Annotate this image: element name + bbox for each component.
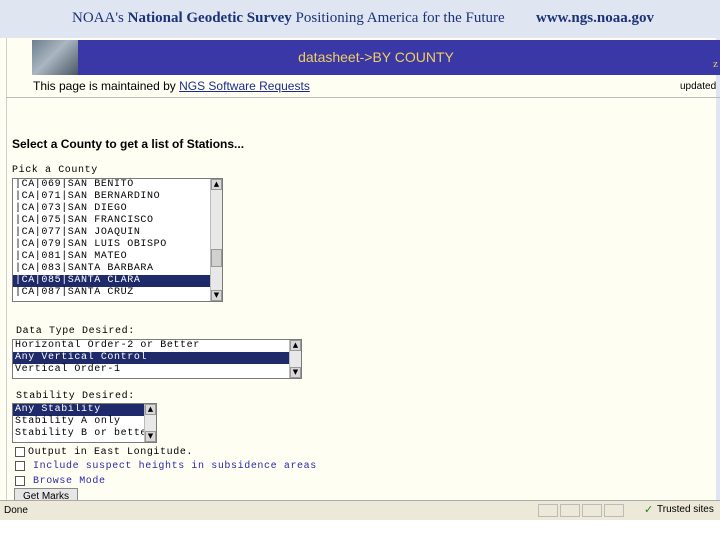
- status-cell: [538, 504, 558, 517]
- browse-mode-label: Browse Mode: [33, 476, 106, 487]
- status-cell: [560, 504, 580, 517]
- site-url[interactable]: www.ngs.noaa.gov: [536, 10, 654, 27]
- scroll-up-icon[interactable]: ▲: [145, 404, 156, 415]
- stability-listbox[interactable]: Any Stability Stability A only Stability B…: [12, 403, 157, 443]
- left-divider: [6, 38, 7, 500]
- stability-label: Stability Desired:: [16, 391, 135, 402]
- data-type-option[interactable]: Vertical Order-1: [13, 364, 301, 376]
- data-type-listbox[interactable]: Horizontal Order-2 or Better Any Vertical…: [12, 339, 302, 379]
- site-brand: NOAA's National Geodetic Survey Position…: [72, 10, 505, 27]
- brand-name[interactable]: National Geodetic Survey: [128, 10, 292, 26]
- banner-corner-glyph: z: [713, 58, 718, 70]
- status-cell: [604, 504, 624, 517]
- page-banner: datasheet->BY COUNTY z: [32, 40, 720, 75]
- stability-option[interactable]: Any Stability: [13, 404, 156, 416]
- data-type-option[interactable]: Any Vertical Control: [13, 352, 301, 364]
- bottom-margin: [0, 520, 720, 540]
- suspect-heights-label: Include suspect heights in subsidence ar…: [33, 461, 317, 472]
- county-option[interactable]: |CA|069|SAN BENITO: [13, 179, 222, 191]
- east-longitude-label: Output in East Longitude.: [28, 447, 194, 458]
- county-option[interactable]: |CA|073|SAN DIEGO: [13, 203, 222, 215]
- status-cell: [582, 504, 602, 517]
- updated-text: updated: [680, 81, 717, 92]
- trusted-check-icon: ✓: [644, 503, 654, 516]
- data-type-option[interactable]: Horizontal Order-2 or Better: [13, 340, 301, 352]
- county-option[interactable]: |CA|085|SANTA CLARA: [13, 275, 222, 287]
- status-bar: Done ✓ Trusted sites: [0, 500, 720, 520]
- software-requests-link[interactable]: NGS Software Requests: [179, 79, 310, 93]
- brand-prefix: NOAA's: [72, 10, 128, 26]
- county-label: Pick a County: [12, 165, 98, 176]
- section-heading: Select a County to get a list of Station…: [12, 137, 245, 151]
- maintenance-prefix: This page is maintained by: [33, 79, 180, 93]
- scroll-thumb[interactable]: [211, 249, 222, 267]
- brand-tagline: Positioning America for the Future: [291, 10, 505, 26]
- status-text: Done: [4, 505, 28, 516]
- stability-option[interactable]: Stability B or better: [13, 428, 156, 440]
- east-longitude-checkbox[interactable]: [15, 447, 25, 457]
- page-title: datasheet->BY COUNTY: [298, 49, 454, 65]
- county-option[interactable]: |CA|081|SAN MATEO: [13, 251, 222, 263]
- security-zone: Trusted sites: [657, 504, 714, 515]
- county-option[interactable]: |CA|087|SANTA CRUZ: [13, 287, 222, 299]
- right-edge: [716, 38, 720, 500]
- county-listbox[interactable]: |CA|069|SAN BENITO |CA|071|SAN BERNARDINO…: [12, 178, 223, 302]
- maintenance-note: This page is maintained by NGS Software …: [33, 79, 310, 93]
- county-option[interactable]: |CA|071|SAN BERNARDINO: [13, 191, 222, 203]
- browse-mode-checkbox[interactable]: [15, 476, 25, 486]
- divider: [6, 97, 720, 98]
- stability-option[interactable]: Stability A only: [13, 416, 156, 428]
- county-scrollbar[interactable]: ▲ ▼: [210, 179, 222, 301]
- scroll-down-icon[interactable]: ▼: [211, 290, 222, 301]
- county-option[interactable]: |CA|077|SAN JOAQUIN: [13, 227, 222, 239]
- scroll-up-icon[interactable]: ▲: [211, 179, 222, 190]
- suspect-heights-checkbox[interactable]: [15, 461, 25, 471]
- scroll-down-icon[interactable]: ▼: [145, 431, 156, 442]
- scroll-down-icon[interactable]: ▼: [290, 367, 301, 378]
- stability-scrollbar[interactable]: ▲ ▼: [144, 404, 156, 442]
- county-option[interactable]: |CA|079|SAN LUIS OBISPO: [13, 239, 222, 251]
- scroll-up-icon[interactable]: ▲: [290, 340, 301, 351]
- county-option[interactable]: |CA|083|SANTA BARBARA: [13, 263, 222, 275]
- data-type-scrollbar[interactable]: ▲ ▼: [289, 340, 301, 378]
- data-type-label: Data Type Desired:: [16, 326, 135, 337]
- county-option[interactable]: |CA|075|SAN FRANCISCO: [13, 215, 222, 227]
- site-header: NOAA's National Geodetic Survey Position…: [0, 0, 720, 38]
